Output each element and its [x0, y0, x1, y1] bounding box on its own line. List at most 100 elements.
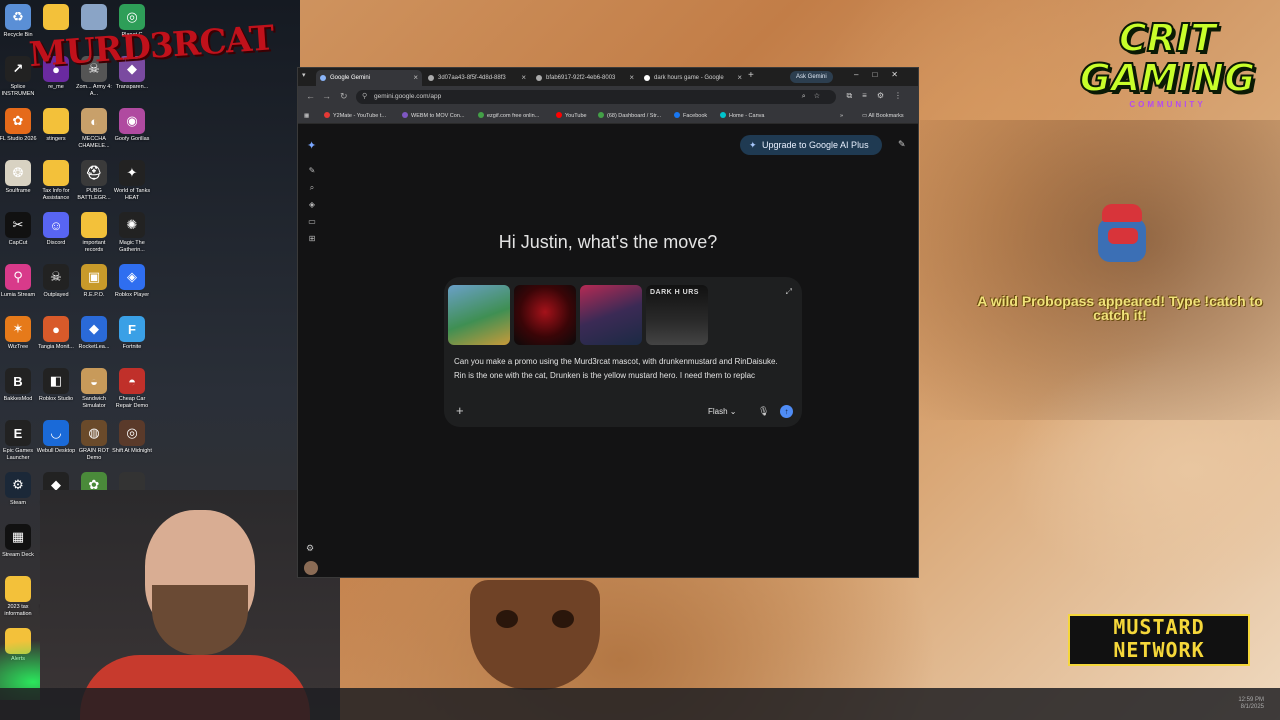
tab-dark-hours-search[interactable]: dark hours game - Google ×	[640, 70, 746, 86]
close-tab-icon[interactable]: ×	[521, 70, 526, 86]
upgrade-button[interactable]: ✦ Upgrade to Google AI Plus	[740, 135, 882, 155]
avatar[interactable]	[304, 561, 318, 575]
desktop-icon[interactable]: important records	[74, 212, 114, 253]
desktop-icon[interactable]: ◉ Goofy Gorillas	[112, 108, 152, 143]
extensions-icon[interactable]: ⧉≡⚙⋮	[846, 91, 912, 101]
desktop-icon[interactable]: B BakkesMod	[0, 368, 38, 403]
bookmark-canva[interactable]: Home - Canva	[720, 108, 764, 124]
desktop-icon[interactable]: ◆ RocketLea...	[74, 316, 114, 351]
send-button[interactable]: ↑	[780, 405, 793, 418]
window-controls[interactable]: –□✕	[854, 70, 912, 79]
desktop-icon[interactable]: ☠ Outplayed	[36, 264, 76, 299]
attachment-thumbnail[interactable]	[580, 285, 642, 345]
library-icon[interactable]: ▭	[306, 217, 318, 226]
desktop-icon[interactable]: ◧ Roblox Studio	[36, 368, 76, 403]
site-info-icon[interactable]: ⚲	[362, 90, 367, 104]
prompt-input[interactable]: Can you make a promo using the Murd3rcat…	[454, 355, 784, 382]
murd3rcat-logo: MURD3RCAT	[27, 18, 275, 76]
desktop-icon[interactable]: ✺ Magic The Gatherin...	[112, 212, 152, 253]
desktop-icon[interactable]: ✿ FL Studio 2026	[0, 108, 38, 143]
desktop-icon[interactable]: ◡ Webull Desktop	[36, 420, 76, 455]
tab-bfab6917[interactable]: bfab6917-92f2-4eb6-8003 ×	[532, 70, 638, 86]
desktop-icon[interactable]	[74, 4, 114, 32]
browser-window: ▾ Google Gemini × 3d07aa43-8f5f-4d8d-88f…	[297, 67, 919, 578]
model-selector[interactable]: Flash ⌄	[708, 407, 737, 416]
gemini-logo-icon[interactable]: ✦	[307, 139, 316, 152]
attachment-thumbnail[interactable]: DARK H URS	[646, 285, 708, 345]
mask-eye-left	[496, 610, 518, 628]
desktop-icon[interactable]: 2023 tax information	[0, 576, 38, 617]
attachment-thumbnail[interactable]	[448, 285, 510, 345]
crit-gaming-subtitle: COMMUNITY	[1129, 100, 1206, 109]
ask-gemini-button[interactable]: Ask Gemini	[790, 71, 833, 83]
desktop-icon[interactable]: E Epic Games Launcher	[0, 420, 38, 461]
system-clock[interactable]: 12:59 PM 8/1/2025	[1238, 697, 1264, 711]
compose-icon[interactable]: ✎	[898, 139, 906, 150]
url-input[interactable]: ⚲ gemini.google.com/app ⌕☆	[356, 90, 836, 104]
desktop-icon[interactable]: F Fortnite	[112, 316, 152, 351]
app-icon: ◒	[81, 368, 107, 394]
app-icon: ◧	[43, 368, 69, 394]
attachment-thumbnail[interactable]	[514, 285, 576, 345]
close-tab-icon[interactable]: ×	[629, 70, 634, 86]
webcam-overlay	[40, 490, 340, 720]
desktop-icon-label: Fortnite	[122, 344, 142, 350]
probopass-hat	[1102, 204, 1142, 222]
add-attachment-icon[interactable]: +	[456, 403, 464, 418]
desktop-icon[interactable]: ◒ Sandwich Simulator	[74, 368, 114, 409]
desktop-icon-label: Roblox Studio	[38, 396, 74, 402]
desktop-icon[interactable]: ◈ Roblox Player	[112, 264, 152, 299]
app-icon: ◉	[119, 108, 145, 134]
forward-icon[interactable]: →	[322, 91, 331, 101]
back-icon[interactable]: ←	[306, 91, 315, 101]
gems-icon[interactable]: ◈	[306, 200, 318, 209]
desktop-icon[interactable]	[36, 4, 76, 32]
reload-icon[interactable]: ↻	[340, 91, 348, 102]
tab-search-icon[interactable]: ▾	[302, 71, 306, 79]
tab-3d07aa43[interactable]: 3d07aa43-8f5f-4d8d-88f3 ×	[424, 70, 530, 86]
close-tab-icon[interactable]: ×	[737, 70, 742, 86]
desktop-icon[interactable]: ✶ WizTree	[0, 316, 38, 351]
desktop-icon[interactable]: Tax Info for Assistance	[36, 160, 76, 201]
desktop-icon[interactable]: ◓ Cheap Car Repair Demo	[112, 368, 152, 409]
desktop-icon[interactable]: ⛑ PUBG BATTLEGR...	[74, 160, 114, 201]
desktop-icon[interactable]: ▣ R.E.P.O.	[74, 264, 114, 299]
bookmark-ezgif[interactable]: ezgif.com free onlin...	[478, 108, 539, 124]
apps-icon[interactable]: ▦	[304, 108, 309, 124]
bookmark-facebook[interactable]: Facebook	[674, 108, 707, 124]
bookmark-webm-to-mov[interactable]: WEBM to MOV Con...	[402, 108, 464, 124]
desktop-icon-label: Steam	[10, 500, 26, 506]
desktop-icon[interactable]: ◎ Shift At Midnight	[112, 420, 152, 455]
search-icon[interactable]: ⌕	[306, 183, 318, 193]
tab-google-gemini[interactable]: Google Gemini ×	[316, 70, 422, 86]
settings-icon[interactable]: ⚙	[306, 543, 314, 554]
clock-time: 12:59 PM	[1238, 697, 1264, 703]
desktop-icon-label: Webull Desktop	[36, 448, 76, 454]
desktop-icon[interactable]: ◍ GRAIN ROT Demo	[74, 420, 114, 461]
desktop-icon[interactable]: ⚲ Lumia Stream	[0, 264, 38, 299]
desktop-icon[interactable]: ♻ Recycle Bin	[0, 4, 38, 39]
desktop-icon[interactable]: ☺ Discord	[36, 212, 76, 247]
bookmark-y2mate[interactable]: Y2Mate - YouTube t...	[324, 108, 386, 124]
desktop-icon[interactable]: stingers	[36, 108, 76, 143]
microphone-icon[interactable]: 🎙	[758, 406, 769, 417]
desktop-icon[interactable]: ❂ Soulframe	[0, 160, 38, 195]
bookmarks-overflow-icon[interactable]: »	[840, 108, 843, 124]
desktop-icon[interactable]: ✂ CapCut	[0, 212, 38, 247]
close-tab-icon[interactable]: ×	[413, 70, 418, 86]
taskbar: 12:59 PM 8/1/2025	[0, 688, 1280, 720]
desktop-icon[interactable]: ✦ World of Tanks HEAT	[112, 160, 152, 201]
omnibox-actions[interactable]: ⌕☆	[802, 90, 828, 104]
new-chat-icon[interactable]: ✎	[306, 166, 318, 175]
new-tab-button[interactable]: +	[748, 70, 754, 81]
bookmark-youtube[interactable]: YouTube	[556, 108, 587, 124]
bookmarks-bar: ▦ Y2Mate - YouTube t... WEBM to MOV Con.…	[298, 108, 918, 124]
all-bookmarks-button[interactable]: ▭ All Bookmarks	[862, 108, 904, 124]
desktop-icon[interactable]: ⚙ Steam	[0, 472, 38, 507]
desktop-icon-label: Roblox Player	[114, 292, 150, 298]
bookmark-dashboard[interactable]: (68) Dashboard / Str...	[598, 108, 661, 124]
expand-icon[interactable]: ⤢	[786, 287, 792, 297]
desktop-icon[interactable]: ▦ Stream Deck	[0, 524, 38, 559]
desktop-icon[interactable]: ◐ MECCHA CHAMELE...	[74, 108, 114, 149]
desktop-icon[interactable]: ● Tangia Monit...	[36, 316, 76, 351]
